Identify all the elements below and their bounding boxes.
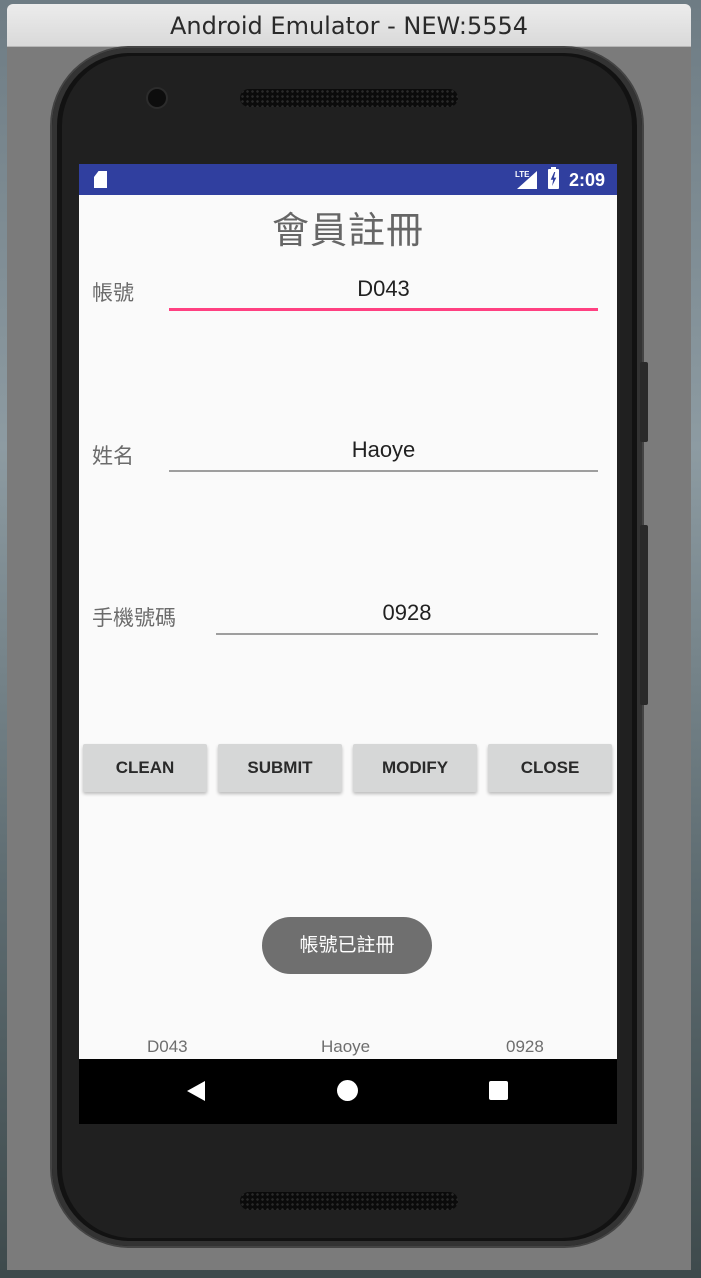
window-title: Android Emulator - NEW:5554 bbox=[7, 4, 691, 47]
phone-field[interactable]: 0928 bbox=[216, 595, 598, 635]
toast-message: 帳號已註冊 bbox=[262, 917, 432, 974]
name-field[interactable]: Haoye bbox=[169, 432, 598, 472]
close-button[interactable]: CLOSE bbox=[488, 744, 612, 792]
modify-button[interactable]: MODIFY bbox=[353, 744, 477, 792]
home-icon[interactable] bbox=[337, 1080, 358, 1101]
sd-card-icon bbox=[94, 171, 107, 188]
front-camera bbox=[148, 89, 166, 107]
output-phone: 0928 bbox=[506, 1037, 544, 1056]
top-speaker bbox=[240, 89, 458, 107]
phone-label: 手機號碼 bbox=[92, 607, 176, 630]
name-label: 姓名 bbox=[92, 445, 134, 468]
recents-icon[interactable] bbox=[489, 1081, 508, 1100]
page-title: 會員註冊 bbox=[272, 210, 424, 251]
submit-button[interactable]: SUBMIT bbox=[218, 744, 342, 792]
output-name: Haoye bbox=[321, 1037, 371, 1056]
device-screen: LTE 2:09 會員註冊 帳號 D043 姓名 Haoye 手機號碼 0928… bbox=[79, 164, 617, 1124]
status-time: 2:09 bbox=[569, 170, 606, 190]
status-bar: LTE 2:09 bbox=[79, 164, 617, 195]
bottom-speaker bbox=[240, 1192, 458, 1210]
power-button[interactable] bbox=[640, 525, 648, 705]
battery-charging-icon bbox=[548, 167, 559, 189]
volume-button[interactable] bbox=[640, 362, 648, 442]
output-account: D043 bbox=[147, 1037, 188, 1056]
account-label: 帳號 bbox=[92, 282, 134, 305]
network-type: LTE bbox=[515, 170, 530, 179]
navigation-bar bbox=[79, 1059, 617, 1124]
back-icon[interactable] bbox=[187, 1081, 205, 1101]
clean-button[interactable]: CLEAN bbox=[83, 744, 207, 792]
account-field[interactable]: D043 bbox=[169, 271, 598, 311]
